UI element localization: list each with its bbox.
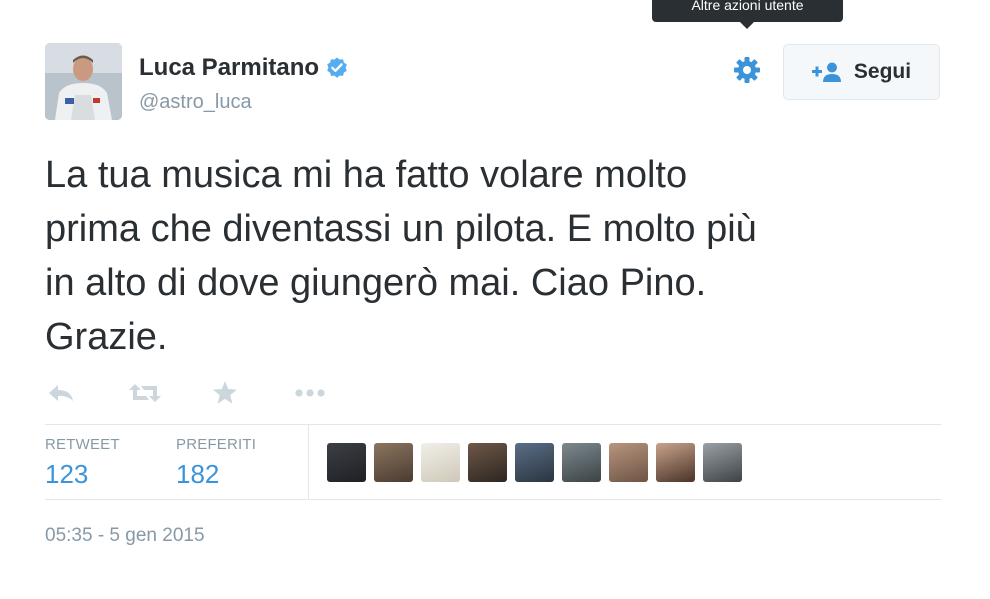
reply-icon[interactable]	[47, 382, 75, 404]
verified-badge-icon	[327, 57, 347, 78]
astronaut-avatar-image	[45, 43, 122, 120]
user-avatar[interactable]	[327, 443, 366, 482]
user-avatar[interactable]	[703, 443, 742, 482]
user-avatar[interactable]	[562, 443, 601, 482]
user-avatar[interactable]	[374, 443, 413, 482]
tweet-line: La tua musica mi ha fatto volare molto	[45, 154, 688, 196]
add-user-icon	[811, 62, 841, 82]
user-avatar[interactable]	[609, 443, 648, 482]
user-avatar[interactable]	[515, 443, 554, 482]
follow-button[interactable]: Segui	[783, 44, 940, 100]
tooltip-arrow	[740, 22, 754, 29]
retweet-icon[interactable]	[129, 382, 161, 404]
favorites-stat[interactable]: PREFERITI 182	[176, 436, 256, 490]
tweet-text: La tua musica mi ha fatto volare molto p…	[45, 148, 945, 364]
divider	[308, 424, 309, 500]
user-handle[interactable]: @astro_luca	[139, 91, 252, 114]
tweet-line: in alto di dove giungerò mai. Ciao Pino.	[45, 262, 707, 304]
favorites-stat-label: PREFERITI	[176, 436, 257, 453]
favorite-star-icon[interactable]	[212, 380, 238, 405]
avatar[interactable]	[45, 43, 122, 120]
follow-button-label: Segui	[853, 60, 912, 83]
user-avatar[interactable]	[468, 443, 507, 482]
retweet-stat-value: 123	[45, 459, 89, 489]
gear-icon[interactable]	[732, 55, 762, 85]
favorites-stat-value: 182	[176, 459, 220, 489]
retweet-stat[interactable]: RETWEET 123	[45, 436, 120, 490]
divider	[45, 499, 941, 500]
user-avatar[interactable]	[421, 443, 460, 482]
retweet-stat-label: RETWEET	[45, 436, 120, 453]
favorited-by-avatars	[327, 443, 750, 482]
tooltip-text: Altre azioni utente	[691, 0, 804, 13]
user-name-row: Luca Parmitano	[139, 54, 349, 82]
more-dots-icon[interactable]	[294, 388, 326, 398]
user-name[interactable]: Luca Parmitano	[139, 54, 319, 82]
tweet-timestamp[interactable]: 05:35 - 5 gen 2015	[45, 525, 205, 547]
user-avatar[interactable]	[656, 443, 695, 482]
divider	[45, 424, 941, 425]
tooltip: Altre azioni utente	[652, 0, 843, 22]
tweet-line: prima che diventassi un pilota. E molto …	[45, 208, 757, 250]
tweet-line: Grazie.	[45, 316, 168, 358]
